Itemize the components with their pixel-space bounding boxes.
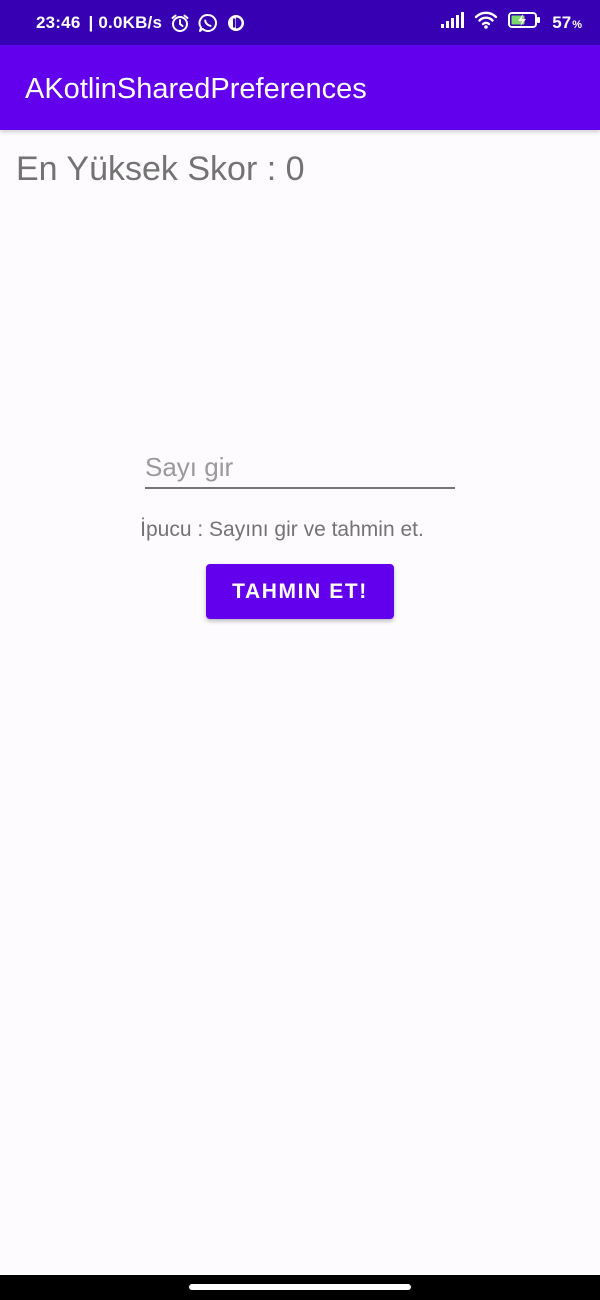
app-bar: AKotlinSharedPreferences xyxy=(0,45,600,130)
home-gesture-handle[interactable] xyxy=(189,1284,411,1290)
battery-percent-value: 57 xyxy=(552,12,572,32)
status-bar-right: 57% xyxy=(440,0,582,45)
battery-charging-icon xyxy=(508,10,542,35)
app-title: AKotlinSharedPreferences xyxy=(25,73,367,105)
status-time: 23:46 xyxy=(36,12,81,32)
whatsapp-icon xyxy=(198,13,218,33)
signal-icon xyxy=(440,10,465,35)
high-score-label: En Yüksek Skor : 0 xyxy=(16,150,305,188)
network-speed: | 0.0KB/s xyxy=(88,12,163,32)
status-bar: 23:46 | 0.0KB/s 57 % xyxy=(0,0,600,45)
number-field[interactable] xyxy=(145,448,455,489)
number-input[interactable] xyxy=(145,448,455,486)
alarm-icon xyxy=(170,13,190,33)
wifi-icon xyxy=(474,10,498,35)
navigation-bar xyxy=(0,1275,600,1300)
app-notification-icon xyxy=(226,13,246,33)
guess-button[interactable]: TAHMIN ET! xyxy=(206,564,394,619)
hint-text: İpucu : Sayını gir ve tahmin et. xyxy=(140,518,424,541)
status-bar-left: 23:46 | 0.0KB/s xyxy=(36,0,246,45)
battery-percent: 57% xyxy=(552,13,582,33)
battery-percent-sign: % xyxy=(572,18,582,31)
